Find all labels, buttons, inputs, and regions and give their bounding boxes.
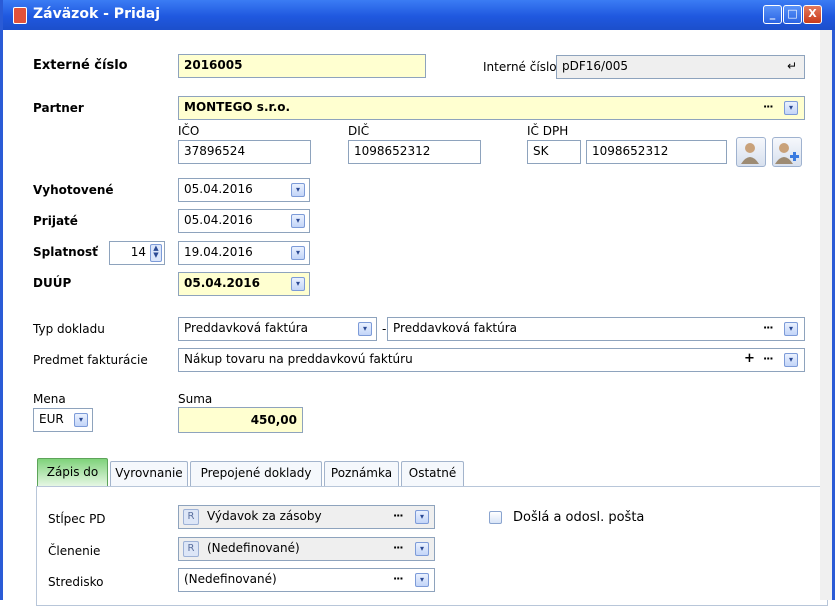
tab-poznamka[interactable]: Poznámka [324,461,399,486]
clenenie-reference-icon: R [183,541,199,557]
close-button[interactable]: X [803,5,822,24]
clenenie-label: Členenie [48,544,101,558]
vertical-scrollbar[interactable] [820,30,832,600]
add-partner-button[interactable] [772,137,802,167]
predmet-dropdown-button[interactable]: ▾ [784,353,798,367]
mena-dropdown-button[interactable]: ▾ [74,413,88,427]
stredisko-dropdown-button[interactable]: ▾ [415,573,429,587]
partner-browse-button[interactable]: ··· [763,100,774,113]
predmet-browse-button[interactable]: ··· [763,352,774,365]
stredisko-browse-button[interactable]: ··· [393,572,404,585]
stredisko-label: Stredisko [48,575,104,589]
dialog-window: Záväzok - Pridaj _ □ X Externé číslo 201… [0,0,835,606]
suma-input[interactable]: 450,00 [178,407,303,433]
minimize-button[interactable]: _ [763,5,782,24]
partner-lookup-button[interactable] [736,137,766,167]
clenenie-dropdown-button[interactable]: ▾ [415,542,429,556]
ico-input[interactable]: 37896524 [178,140,311,164]
add-person-icon [775,143,799,164]
typ-dokladu-name-input[interactable]: Preddavková faktúra [387,317,805,341]
mena-label: Mena [33,392,66,406]
typ-dokladu-select[interactable]: Preddavková faktúra [178,317,377,341]
regenerate-icon[interactable]: ↵ [787,59,797,73]
predmet-label: Predmet fakturácie [33,353,148,367]
document-icon [13,7,27,24]
tab-vyrovnanie[interactable]: Vyrovnanie [110,461,188,486]
splatnost-label: Splatnosť [33,245,98,259]
ic-dph-prefix-input[interactable]: SK [527,140,581,164]
vyhotovene-label: Vyhotovené [33,183,114,197]
dosla-posta-checkbox[interactable] [489,511,502,524]
typ-dokladu-dropdown-button[interactable]: ▾ [358,322,372,336]
maximize-button[interactable]: □ [783,5,802,24]
ic-dph-input[interactable]: 1098652312 [586,140,727,164]
externe-cislo-label: Externé číslo [33,58,128,73]
suma-label: Suma [178,392,213,406]
prijate-calendar-button[interactable]: ▾ [291,214,305,228]
partner-dropdown-button[interactable]: ▾ [784,101,798,115]
ic-dph-label: IČ DPH [527,124,569,138]
splatnost-calendar-button[interactable]: ▾ [291,246,305,260]
splatnost-days-spinner[interactable]: ▲ ▼ [150,244,162,262]
duup-label: DUÚP [33,276,72,290]
typ-dokladu-browse-button[interactable]: ··· [763,321,774,334]
typ-dokladu-name-dropdown-button[interactable]: ▾ [784,322,798,336]
stlpec-pd-reference-icon: R [183,509,199,525]
partner-label: Partner [33,101,84,115]
dosla-posta-label: Došlá a odosl. pošta [513,510,645,525]
person-icon [741,143,759,164]
interne-cislo-label: Interné číslo [483,60,557,74]
interne-cislo-input[interactable]: pDF16/005 [556,55,805,79]
dic-input[interactable]: 1098652312 [348,140,481,164]
clenenie-browse-button[interactable]: ··· [393,541,404,554]
partner-input[interactable]: MONTEGO s.r.o. [178,96,805,120]
duup-calendar-button[interactable]: ▾ [291,277,305,291]
stlpec-pd-dropdown-button[interactable]: ▾ [415,510,429,524]
tab-zapis-do[interactable]: Zápis do [37,458,108,486]
window-title: Záväzok - Pridaj [33,6,161,22]
title-bar[interactable]: Záväzok - Pridaj _ □ X [3,0,835,30]
ico-label: IČO [178,124,200,138]
dic-label: DIČ [348,124,370,138]
predmet-add-button[interactable]: + [744,351,755,366]
stlpec-pd-browse-button[interactable]: ··· [393,509,404,522]
stlpec-pd-label: Stĺpec PD [48,512,106,526]
vyhotovene-calendar-button[interactable]: ▾ [291,183,305,197]
typ-dokladu-separator: - [382,322,387,336]
predmet-input[interactable]: Nákup tovaru na preddavkovú faktúru [178,348,805,372]
externe-cislo-input[interactable]: 2016005 [178,54,426,78]
typ-dokladu-label: Typ dokladu [33,322,105,336]
tab-ostatne[interactable]: Ostatné [401,461,464,486]
tab-prepojene-doklady[interactable]: Prepojené doklady [190,461,322,486]
prijate-label: Prijaté [33,214,78,228]
